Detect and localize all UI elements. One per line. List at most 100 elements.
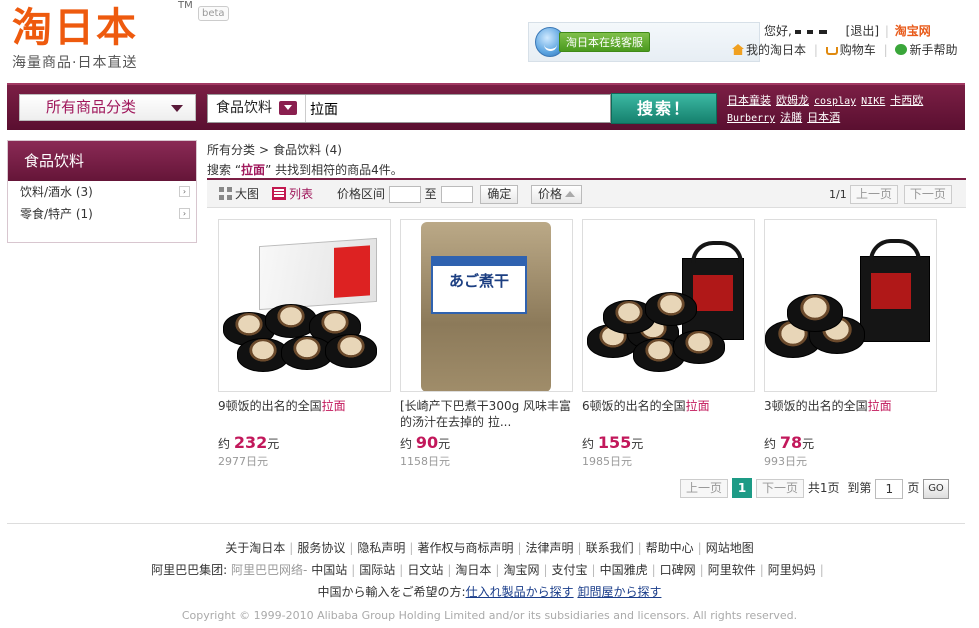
divider: | <box>517 541 522 555</box>
group-link[interactable]: 日文站 <box>407 563 443 577</box>
list-view-button[interactable]: 列表 <box>272 186 313 202</box>
site-logo[interactable]: 淘日本 海量商品·日本直送 <box>12 6 138 72</box>
copyright: Copyright © 1999-2010 Alibaba Group Hold… <box>181 609 798 622</box>
logo-tagline: 海量商品·日本直送 <box>12 55 138 71</box>
list-icon <box>272 187 286 200</box>
product-card[interactable]: あご煮干 [长崎产下巴煮干300g 风味丰富的汤汁在去掉的 拉... 约 90元… <box>400 219 573 469</box>
cart-label: 购物车 <box>839 43 876 57</box>
sidebar-item-drinks[interactable]: 饮料/酒水 (3) › <box>8 181 196 203</box>
breadcrumb-root[interactable]: 所有分类 <box>207 143 255 157</box>
product-card[interactable]: 3顿饭的出名的全国拉面 约 78元 993日元 <box>764 219 937 469</box>
approx-label: 约 <box>218 437 231 451</box>
sort-up-icon <box>565 191 576 197</box>
product-name[interactable]: [长崎产下巴煮干300g 风味丰富的汤汁在去掉的 拉... <box>400 398 573 430</box>
next-page-button[interactable]: 下一页 <box>903 185 952 204</box>
sidebar-item-label: 零食/特产 (1) <box>20 207 93 221</box>
product-name[interactable]: 6顿饭的出名的全国拉面 <box>582 398 755 430</box>
product-name-highlight: 拉面 <box>867 399 892 413</box>
user-bar: 您好, [退出] | 淘宝网 <box>764 22 931 39</box>
chevron-right-icon[interactable]: › <box>179 208 190 219</box>
user-links: 我的淘日本 | 购物车 | 新手帮助 <box>732 41 957 58</box>
grid-view-button[interactable]: 大图 <box>219 186 259 202</box>
go-button[interactable]: GO <box>923 478 949 499</box>
group-link[interactable]: 中国雅虎 <box>600 563 648 577</box>
footer-link[interactable]: 法律声明 <box>526 541 574 555</box>
group-link[interactable]: 阿里妈妈 <box>768 563 816 577</box>
prev-page-button[interactable]: 上一页 <box>680 479 729 498</box>
hot-link[interactable]: Burberry <box>727 113 775 124</box>
group-label: 阿里巴巴集团: <box>151 563 228 577</box>
footer-link[interactable]: 帮助中心 <box>646 541 694 555</box>
hot-link[interactable]: 欧姆龙 <box>776 94 809 107</box>
footer-link[interactable]: 隐私声明 <box>357 541 405 555</box>
product-image[interactable] <box>764 219 937 392</box>
approx-label: 约 <box>582 437 595 451</box>
japan-link[interactable]: 仕入れ製品から探す <box>466 585 574 599</box>
price-value: 155 <box>597 433 632 452</box>
category-select[interactable]: 所有商品分类 <box>19 94 196 121</box>
product-price: 约 232元 <box>218 433 391 452</box>
product-card[interactable]: 6顿饭的出名的全国拉面 约 155元 1985日元 <box>582 219 755 469</box>
group-link[interactable]: 阿里软件 <box>708 563 756 577</box>
online-service-button[interactable]: 淘日本在线客服 <box>559 32 650 52</box>
product-image[interactable] <box>218 219 391 392</box>
japan-link[interactable]: 卸問屋から探す <box>577 585 661 599</box>
trademark-mark: TM <box>178 0 193 11</box>
search-box: 食品饮料 <box>207 94 611 123</box>
current-page[interactable]: 1 <box>732 478 753 498</box>
divider: | <box>349 541 354 555</box>
search-button[interactable]: 搜索！ <box>611 93 717 124</box>
footer-link[interactable]: 联系我们 <box>586 541 634 555</box>
hot-link[interactable]: cosplay <box>814 96 856 107</box>
online-service-widget[interactable]: 淘日本在线客服 <box>528 22 760 62</box>
cart-link[interactable]: 购物车 <box>825 43 876 57</box>
price-unit: 元 <box>267 437 280 451</box>
price-min-input[interactable] <box>388 186 421 203</box>
product-image[interactable]: あご煮干 <box>400 219 573 392</box>
chevron-down-icon <box>171 105 183 112</box>
group-link[interactable]: 支付宝 <box>552 563 588 577</box>
chevron-right-icon[interactable]: › <box>179 186 190 197</box>
sort-price-button[interactable]: 价格 <box>531 185 583 204</box>
footer-link[interactable]: 服务协议 <box>297 541 345 555</box>
hot-link[interactable]: 卡西欧 <box>890 94 923 107</box>
prev-page-button[interactable]: 上一页 <box>850 185 899 204</box>
price-confirm-button[interactable]: 确定 <box>480 185 519 204</box>
hot-link[interactable]: 日本童装 <box>727 94 771 107</box>
total-pages: 共1页 <box>807 481 840 495</box>
product-name[interactable]: 9顿饭的出名的全国拉面 <box>218 398 391 430</box>
taobao-logo-link[interactable]: 淘宝网 <box>895 24 931 38</box>
logout-link[interactable]: [退出] <box>846 24 879 38</box>
list-view-label: 列表 <box>289 187 314 201</box>
footer-link[interactable]: 著作权与商标声明 <box>417 541 513 555</box>
goto-page-input[interactable]: 1 <box>875 478 904 499</box>
product-price: 约 155元 <box>582 433 755 452</box>
product-card[interactable]: 9顿饭的出名的全国拉面 约 232元 2977日元 <box>218 219 391 469</box>
divider: | <box>697 541 702 555</box>
divider: | <box>819 563 824 577</box>
next-page-button[interactable]: 下一页 <box>756 479 805 498</box>
sidebar-item-snacks[interactable]: 零食/特产 (1) › <box>8 203 196 225</box>
hot-link[interactable]: NIKE <box>861 96 885 107</box>
help-link[interactable]: 新手帮助 <box>895 43 957 57</box>
price-max-input[interactable] <box>440 186 473 203</box>
my-account-link[interactable]: 我的淘日本 <box>732 43 806 57</box>
search-scope-select[interactable]: 食品饮料 <box>208 95 306 122</box>
hot-link[interactable]: 法膳 <box>780 111 802 124</box>
search-input[interactable] <box>310 97 606 120</box>
group-link[interactable]: 口碑网 <box>660 563 696 577</box>
group-link[interactable]: 国际站 <box>359 563 395 577</box>
help-label: 新手帮助 <box>909 43 958 57</box>
group-link[interactable]: 淘宝网 <box>503 563 539 577</box>
hot-link[interactable]: 日本酒 <box>807 111 840 124</box>
product-image[interactable] <box>582 219 755 392</box>
group-link[interactable]: 中国站 <box>311 563 347 577</box>
product-yen-price: 2977日元 <box>218 455 268 468</box>
footer-link[interactable]: 网站地图 <box>706 541 754 555</box>
result-prefix: 搜索 “ <box>207 163 242 177</box>
product-name[interactable]: 3顿饭的出名的全国拉面 <box>764 398 937 430</box>
footer-link[interactable]: 关于淘日本 <box>225 541 285 555</box>
group-link[interactable]: 阿里巴巴网络- <box>231 563 307 577</box>
group-link[interactable]: 淘日本 <box>455 563 491 577</box>
result-summary: 搜索 “拉面” 共找到相符的商品4件。 <box>207 161 403 178</box>
